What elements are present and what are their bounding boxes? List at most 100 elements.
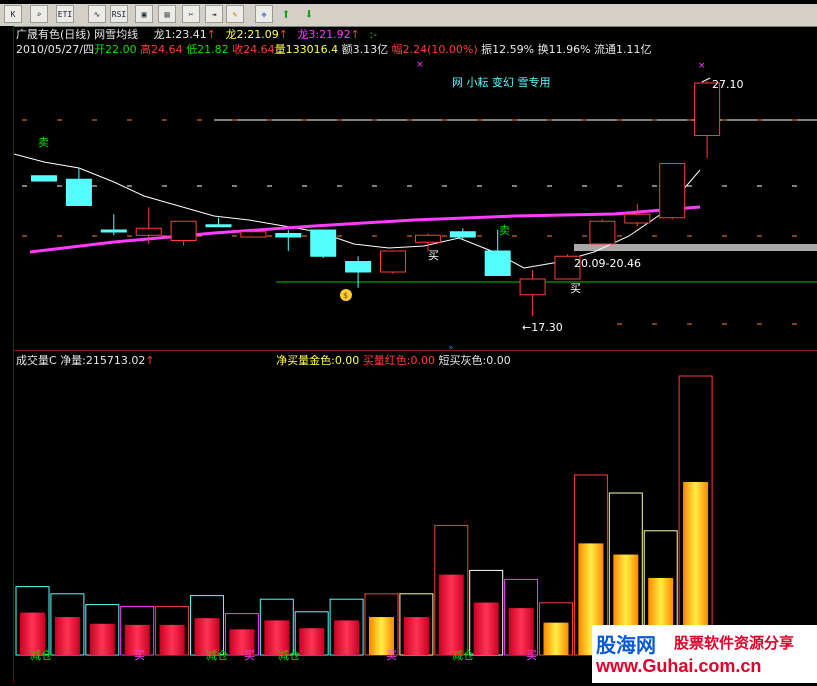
change-value: 幅2.24(10.00%)	[391, 43, 478, 56]
candle-body	[240, 231, 267, 238]
volume-signal-label: 减仓	[278, 648, 300, 662]
money-bag-icon: $	[340, 289, 352, 301]
kline-button[interactable]: K	[4, 5, 22, 23]
volume-fill	[508, 608, 534, 655]
window-button[interactable]: ▣	[135, 5, 153, 23]
volume-header: 成交量C 净量:215713.02↑ 净买量金色:0.00 买量红色:0.00 …	[16, 354, 511, 367]
turnover-value: 换11.96%	[537, 43, 591, 56]
watermark-line3: www.Guhai.com.cn	[596, 656, 762, 676]
low-price-label: ←17.30	[522, 321, 563, 334]
high-value: 高24.64	[140, 43, 183, 56]
volume-bars	[15, 375, 713, 656]
amplitude-value: 振12.59%	[481, 43, 535, 56]
long3-value: 龙3:21.92	[297, 28, 351, 41]
grey-legend: 短买灰色:0.00	[438, 354, 511, 367]
candle-body	[414, 234, 441, 243]
indicator-name: 网雪均线	[94, 28, 139, 41]
volume-fill	[438, 574, 464, 655]
zoom-button[interactable]: ⌕	[30, 5, 48, 23]
amount-value: 额3.13亿	[341, 43, 389, 56]
candle-body	[380, 250, 406, 273]
dash-markers	[22, 119, 797, 325]
cursor-marker-icon: »	[448, 343, 454, 351]
candle-body	[624, 213, 651, 224]
volume-signal-label: 减仓	[206, 648, 228, 662]
grey-band	[574, 244, 817, 251]
price-pane[interactable]: 27.10 ←17.30 20.09-20.46 网 小耘 变幻 雪专用 卖 卖…	[13, 26, 817, 353]
credit-label: 网 小耘 变幻 雪专用	[452, 75, 551, 89]
volume-fill	[543, 622, 569, 655]
watermark-line2: 股票软件资源分享	[674, 634, 795, 652]
volume-value: 量133016.4	[274, 43, 339, 56]
volume-signal-label: 买	[134, 649, 145, 662]
pencil-button[interactable]: ✎	[226, 5, 244, 23]
top-marker-icon: ×	[416, 60, 424, 70]
candle-body	[135, 227, 162, 236]
eti-button[interactable]: ETI	[56, 5, 74, 23]
top-strip	[0, 0, 817, 4]
move-button[interactable]: ✥	[255, 5, 273, 23]
candle-body	[31, 175, 57, 182]
red-legend: 买量红色:0.00	[362, 354, 436, 367]
volume-fill	[473, 602, 499, 655]
volume-signal-label: 买	[386, 649, 397, 662]
stock-name: 广晟有色(日线)	[16, 28, 91, 41]
candle-body	[170, 220, 197, 241]
volume-fill	[54, 617, 80, 655]
volume-signal-label: 买	[244, 649, 255, 662]
svg-text:$: $	[343, 291, 348, 300]
buy-signal-1: 买	[428, 249, 439, 262]
volume-signal-label: 买	[526, 649, 537, 662]
net-volume: 净量:215713.02	[60, 354, 146, 367]
low-value: 低21.82	[186, 43, 229, 56]
volume-fill	[89, 623, 115, 655]
volume-title: 成交量C	[16, 354, 57, 367]
rsi-button[interactable]: RSI	[110, 5, 128, 23]
candle-body	[519, 278, 546, 296]
open-value: 开22.00	[94, 43, 137, 56]
left-strip	[0, 26, 14, 683]
high-tick	[701, 77, 711, 83]
watermark-line1: 股海网	[596, 633, 656, 657]
ma-white-line	[13, 153, 701, 269]
candle-body	[310, 229, 337, 257]
tools-button[interactable]: ✂	[182, 5, 200, 23]
high-price-label: 27.10	[712, 78, 744, 91]
sell-signal-2: 卖	[499, 224, 510, 237]
export-button[interactable]: ⇥	[205, 5, 223, 23]
volume-signal-label: 减仓	[452, 648, 474, 662]
down-button[interactable]: ⬇	[300, 5, 318, 23]
price-header-row1: 广晟有色(日线) 网雪均线 龙1:23.41↑ 龙2:21.09↑ 龙3:21.…	[16, 28, 378, 41]
candle-body	[65, 178, 92, 206]
volume-fill	[403, 617, 429, 655]
buy-signal-2: 买	[570, 282, 581, 295]
dash-value: :-	[369, 28, 378, 41]
gold-legend: 净买量金色:0.00	[276, 354, 360, 367]
volume-fill	[159, 624, 185, 655]
float-value: 流通1.11亿	[594, 43, 652, 56]
sell-signal-1: 卖	[38, 136, 49, 149]
long1-value: 龙1:23.41	[153, 28, 207, 41]
price-chart[interactable]: 27.10 ←17.30 20.09-20.46 网 小耘 变幻 雪专用 卖 卖…	[13, 26, 817, 353]
candle-body	[484, 250, 511, 276]
volume-signal-label: 减仓	[30, 648, 52, 662]
close-value: 收24.64	[232, 43, 275, 56]
candle-body	[100, 229, 127, 233]
candle-body	[345, 261, 372, 273]
line-chart-button[interactable]: ∿	[88, 5, 106, 23]
candle-body	[205, 224, 232, 228]
candles	[31, 81, 721, 316]
candle-body	[589, 220, 616, 245]
candle-body	[275, 233, 302, 238]
volume-fill	[299, 628, 325, 655]
top-marker-icon-2: ×	[698, 61, 706, 71]
price-header-row2: 2010/05/27/四开22.00 高24.64 低21.82 收24.64量…	[16, 43, 652, 56]
up-button[interactable]: ⬆	[277, 5, 295, 23]
date-value: 2010/05/27/四	[16, 43, 95, 56]
candle-body	[449, 231, 476, 238]
table-button[interactable]: ▤	[158, 5, 176, 23]
volume-fill	[334, 620, 360, 655]
toolbar: K ⌕ ETI ∿ RSI ▣ ▤ ✂ ⇥ ✎ ✥ ⬆ ⬇	[0, 0, 817, 27]
range-label: 20.09-20.46	[574, 257, 641, 270]
long2-value: 龙2:21.09	[225, 28, 279, 41]
